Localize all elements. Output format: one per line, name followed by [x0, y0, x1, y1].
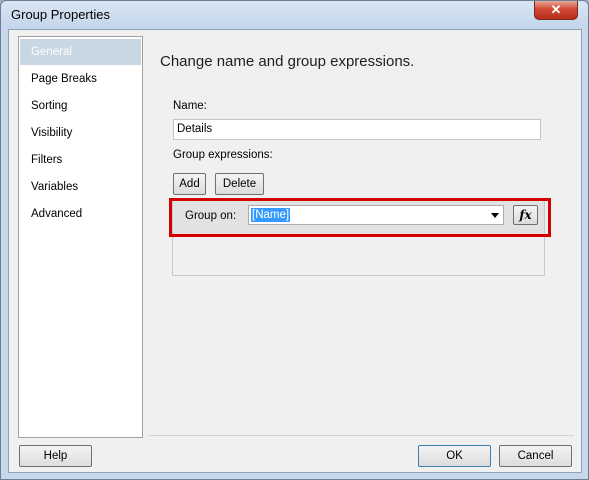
- group-on-label: Group on:: [185, 210, 237, 222]
- name-input[interactable]: Details: [173, 119, 541, 140]
- sidebar-item-variables[interactable]: Variables: [20, 174, 141, 200]
- sidebar: General Page Breaks Sorting Visibility F…: [18, 36, 143, 438]
- ok-button[interactable]: OK: [418, 445, 491, 467]
- delete-button[interactable]: Delete: [215, 173, 264, 195]
- add-button[interactable]: Add: [173, 173, 206, 195]
- chevron-down-icon[interactable]: [491, 213, 499, 218]
- sidebar-item-filters[interactable]: Filters: [20, 147, 141, 173]
- sidebar-item-sorting[interactable]: Sorting: [20, 93, 141, 119]
- group-properties-dialog: Group Properties ✕ General Page Breaks S…: [0, 0, 589, 480]
- function-icon: fx: [519, 208, 532, 222]
- group-on-value: [Name]: [251, 208, 291, 222]
- sidebar-item-general[interactable]: General: [20, 39, 141, 65]
- expression-button[interactable]: fx: [513, 205, 538, 225]
- sidebar-item-page-breaks[interactable]: Page Breaks: [20, 66, 141, 92]
- dialog-body: General Page Breaks Sorting Visibility F…: [8, 29, 582, 473]
- sidebar-item-advanced[interactable]: Advanced: [20, 201, 141, 227]
- sidebar-item-visibility[interactable]: Visibility: [20, 120, 141, 146]
- group-expressions-label: Group expressions:: [173, 149, 273, 161]
- group-expressions-list: Group on: [Name] fx: [172, 200, 545, 276]
- title-bar: Group Properties ✕: [1, 1, 588, 29]
- close-icon: ✕: [550, 2, 562, 17]
- group-expression-row: Group on: [Name] fx: [173, 201, 544, 234]
- group-on-combobox[interactable]: [Name]: [248, 205, 504, 225]
- name-label: Name:: [173, 100, 207, 112]
- cancel-button[interactable]: Cancel: [499, 445, 572, 467]
- close-button[interactable]: ✕: [534, 1, 578, 20]
- window-title: Group Properties: [11, 7, 110, 22]
- page-heading: Change name and group expressions.: [160, 53, 415, 70]
- footer-divider: [149, 435, 574, 436]
- help-button[interactable]: Help: [19, 445, 92, 467]
